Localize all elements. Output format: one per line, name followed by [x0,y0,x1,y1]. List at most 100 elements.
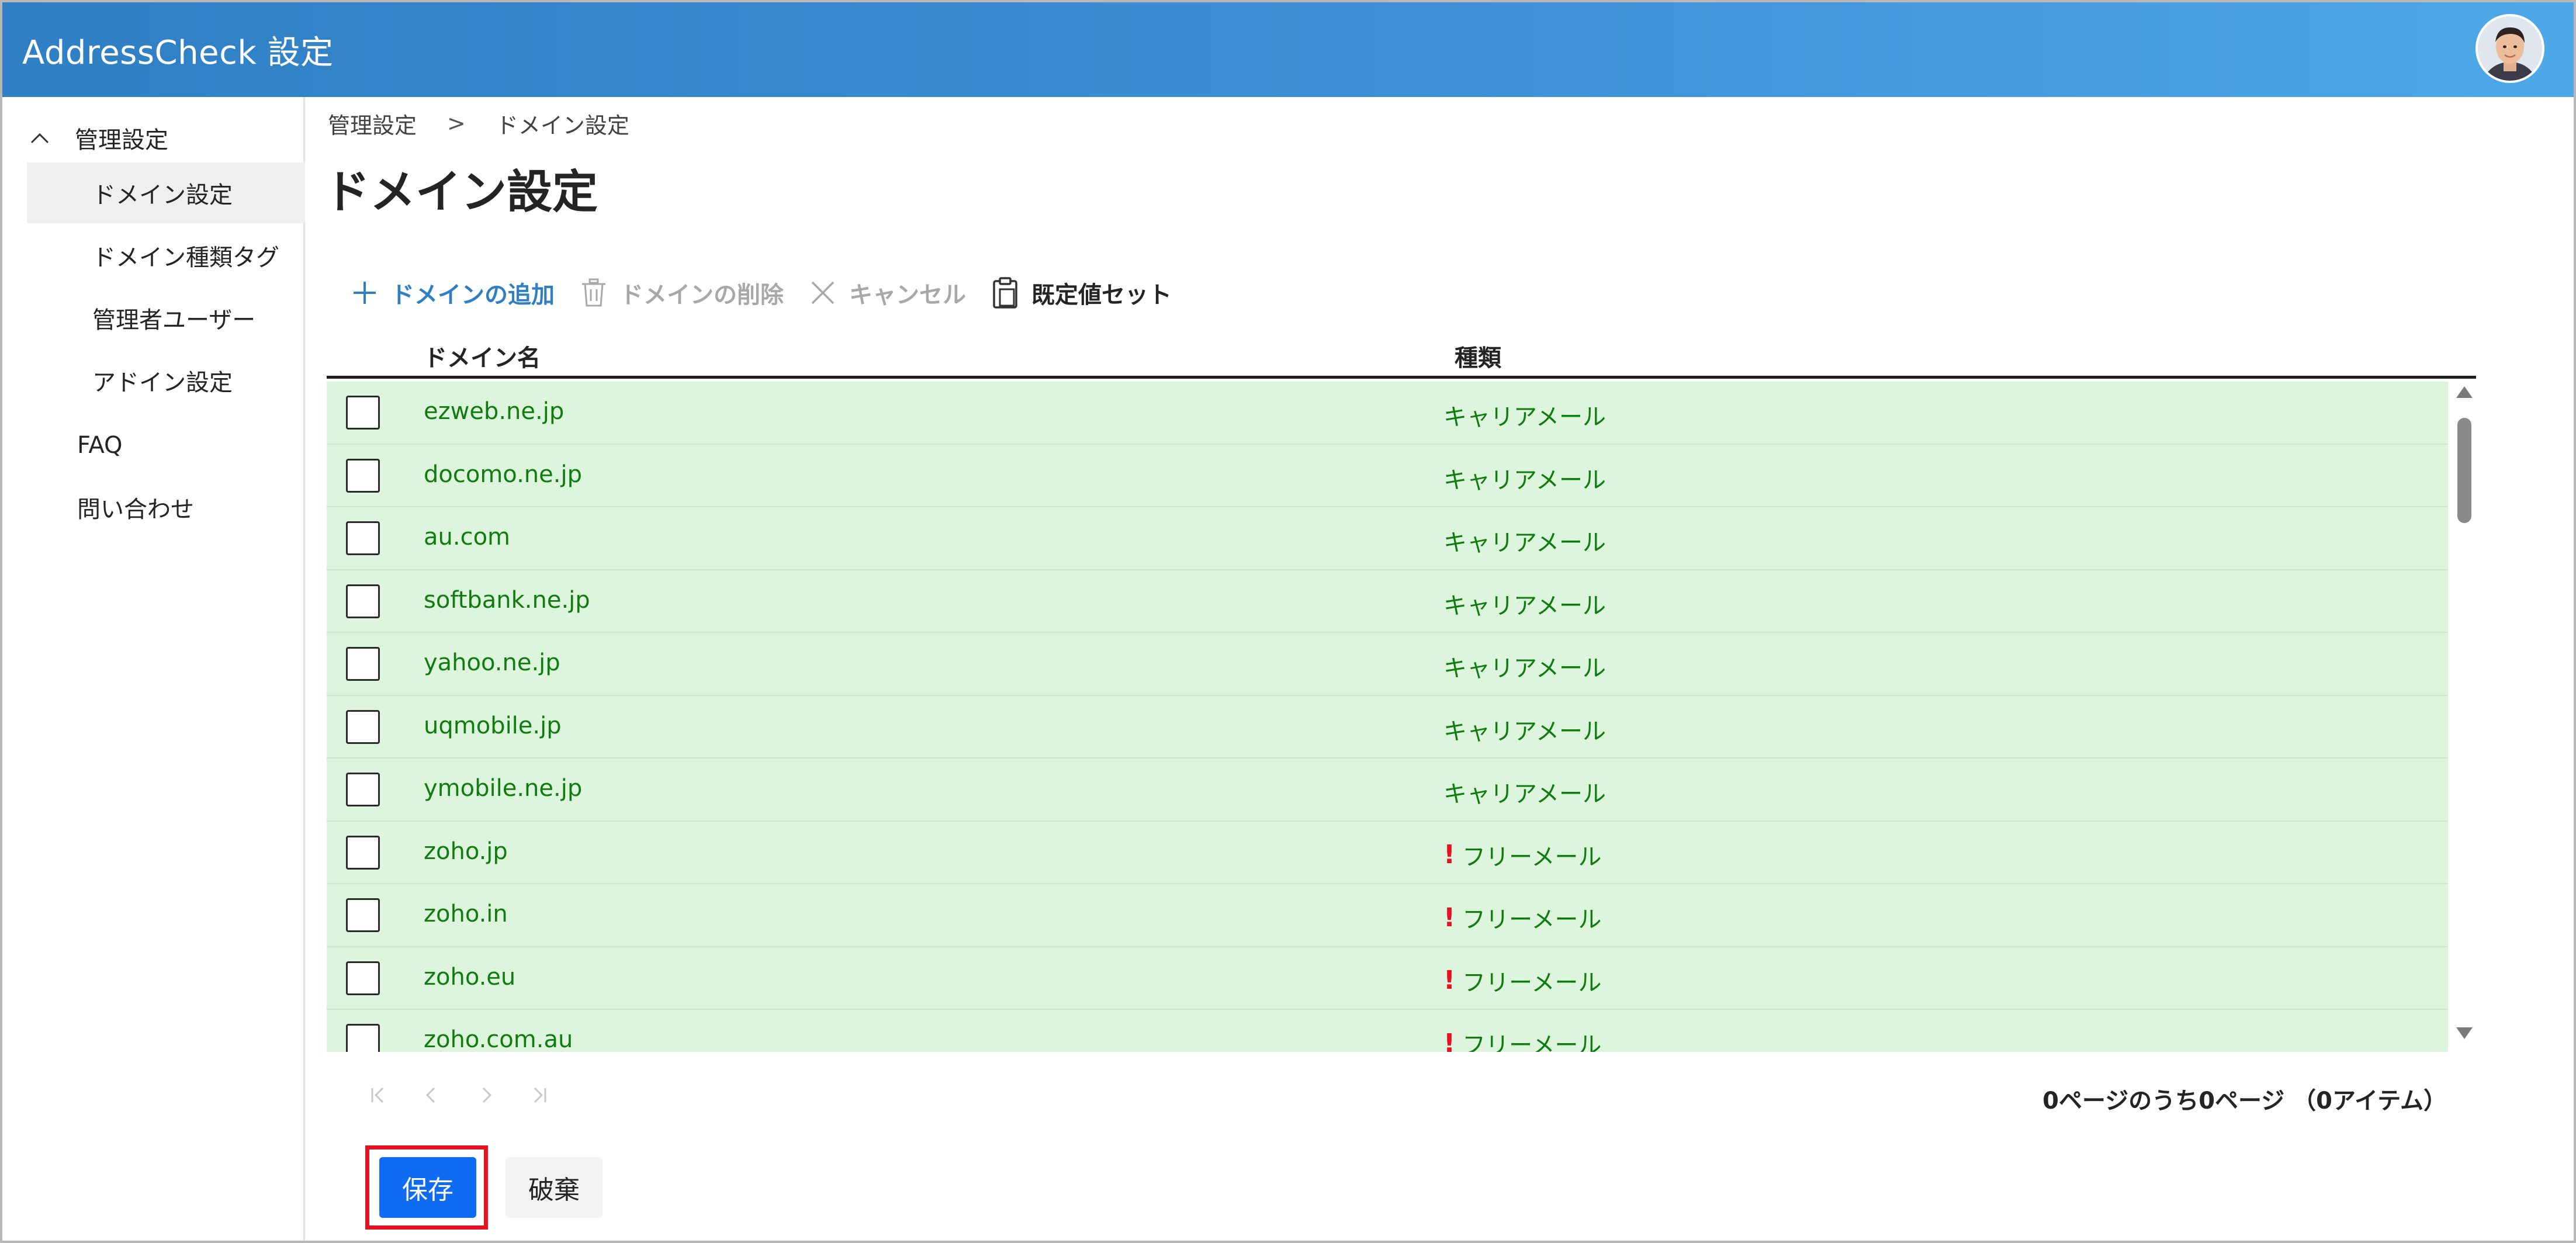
cancel-label: キャンセル [849,282,966,309]
pager: 0ページのうち0ページ （0アイテム） [327,1070,2476,1123]
table-row[interactable]: zoho.jp ! フリーメール [327,821,2448,884]
last-page-icon[interactable] [529,1085,550,1106]
row-checkbox[interactable] [346,396,380,430]
row-checkbox[interactable] [346,773,380,806]
type-label: キャリアメール [1443,466,1606,494]
app-header: AddressCheck 設定 [2,2,2574,97]
domain-name-cell: ymobile.ne.jp [424,775,583,802]
column-header-type[interactable]: 種類 [1455,339,1501,373]
trash-icon [582,278,605,307]
page-title: ドメイン設定 [324,166,598,219]
domain-name-cell: ezweb.ne.jp [424,398,565,425]
domain-grid: ドメイン名 種類 ezweb.ne.jp キャリアメール docomo.ne.j… [327,326,2476,1058]
domain-type-cell: ! フリーメール [1443,1026,1601,1052]
type-label: キャリアメール [1443,718,1606,745]
type-label: フリーメール [1462,843,1602,871]
table-row[interactable]: docomo.ne.jp キャリアメール [327,444,2448,507]
domain-name-cell: docomo.ne.jp [424,461,582,488]
type-label: キャリアメール [1443,529,1606,556]
scroll-up-arrow-icon[interactable] [2456,386,2473,398]
domain-type-cell: キャリアメール [1443,461,1606,495]
domain-name-cell: au.com [424,524,511,550]
delete-domain-label: ドメインの削除 [620,282,784,309]
table-row[interactable]: zoho.in ! フリーメール [327,884,2448,947]
previous-page-icon[interactable] [421,1085,442,1106]
first-page-icon[interactable] [368,1085,389,1106]
table-row[interactable]: au.com キャリアメール [327,507,2448,570]
domain-name-cell: zoho.com.au [424,1026,573,1052]
domain-type-cell: キャリアメール [1443,712,1606,746]
sidebar-item-domain-type-tags[interactable]: ドメイン種類タグ [27,225,305,286]
table-row[interactable]: uqmobile.jp キャリアメール [327,695,2448,759]
table-row[interactable]: zoho.eu ! フリーメール [327,947,2448,1010]
scroll-thumb[interactable] [2457,418,2471,523]
sidebar-item-faq[interactable]: FAQ [77,422,122,469]
sidebar-item-label: ドメイン設定 [92,182,233,209]
toolbar: ドメインの追加 ドメインの削除 キャンセル 既定値セット [351,264,1197,322]
domain-name-cell: softbank.ne.jp [424,586,590,614]
close-icon [811,281,835,304]
domain-type-cell: キャリアメール [1443,775,1606,809]
avatar[interactable] [2475,14,2544,83]
type-label: フリーメール [1462,906,1602,933]
domain-type-cell: ! フリーメール [1443,838,1601,872]
row-checkbox[interactable] [346,458,380,493]
row-checkbox[interactable] [346,1024,380,1052]
domain-name-cell: yahoo.ne.jp [424,649,560,676]
table-row[interactable]: softbank.ne.jp キャリアメール [327,570,2448,633]
row-checkbox[interactable] [346,584,380,618]
add-domain-button[interactable]: ドメインの追加 [351,276,555,310]
sidebar-item-domain-settings[interactable]: ドメイン設定 [27,162,305,223]
type-label: フリーメール [1462,1032,1602,1052]
sidebar-item-contact[interactable]: 問い合わせ [77,484,194,531]
table-row[interactable]: ezweb.ne.jp キャリアメール [327,382,2448,445]
cancel-button[interactable]: キャンセル [809,276,966,310]
sidebar-item-addin-settings[interactable]: アドイン設定 [27,350,305,411]
column-header-domain-name[interactable]: ドメイン名 [424,339,541,373]
domain-name-cell: zoho.jp [424,837,508,865]
grid-rows: ezweb.ne.jp キャリアメール docomo.ne.jp キャリアメール… [327,382,2448,1052]
warning-icon: ! [1443,902,1456,933]
domain-type-cell: キャリアメール [1443,524,1606,558]
breadcrumb-parent[interactable]: 管理設定 [328,108,417,140]
sidebar: 管理設定 ドメイン設定 ドメイン種類タグ 管理者ユーザー アドイン設定 FAQ … [2,97,305,1241]
domain-name-cell: zoho.in [424,901,508,927]
domain-type-cell: キャリアメール [1443,649,1606,683]
sidebar-item-admin-users[interactable]: 管理者ユーザー [27,288,305,348]
row-checkbox[interactable] [346,647,380,681]
next-page-icon[interactable] [475,1085,496,1106]
domain-type-cell: キャリアメール [1443,398,1606,432]
sidebar-item-label: FAQ [77,432,123,459]
table-row[interactable]: ymobile.ne.jp キャリアメール [327,759,2448,822]
discard-button[interactable]: 破棄 [505,1157,603,1218]
type-label: フリーメール [1462,969,1602,996]
table-row[interactable]: zoho.com.au ! フリーメール [327,1010,2448,1052]
row-checkbox[interactable] [346,521,380,555]
add-domain-label: ドメインの追加 [391,282,555,309]
set-defaults-label: 既定値セット [1031,282,1172,309]
warning-icon: ! [1443,1028,1456,1052]
save-button[interactable]: 保存 [379,1157,476,1218]
breadcrumb-separator: > [447,110,466,136]
app-window: AddressCheck 設定 管理設定 ドメイン設定 ドメイン種類タグ 管理者… [0,0,2576,1243]
table-row[interactable]: yahoo.ne.jp キャリアメール [327,633,2448,696]
sidebar-item-label: 問い合わせ [77,496,194,523]
sidebar-item-label: 管理者ユーザー [92,307,256,334]
sidebar-group-admin-settings[interactable]: 管理設定 [28,115,168,161]
domain-name-cell: zoho.eu [424,963,516,991]
breadcrumb-current: ドメイン設定 [496,112,629,139]
set-defaults-button[interactable]: 既定値セット [992,276,1172,310]
scroll-down-arrow-icon[interactable] [2456,1027,2473,1039]
delete-domain-button[interactable]: ドメインの削除 [580,276,784,310]
type-label: キャリアメール [1443,655,1606,682]
sidebar-item-label: アドイン設定 [92,369,233,396]
row-checkbox[interactable] [346,961,380,995]
type-label: キャリアメール [1443,404,1606,431]
row-checkbox[interactable] [346,835,380,870]
user-avatar-icon [2478,16,2542,81]
vertical-scrollbar[interactable] [2452,382,2475,1052]
row-checkbox[interactable] [346,709,380,744]
pager-summary: 0ページのうち0ページ （0アイテム） [2042,1088,2447,1114]
type-label: キャリアメール [1443,592,1606,619]
row-checkbox[interactable] [346,898,380,932]
